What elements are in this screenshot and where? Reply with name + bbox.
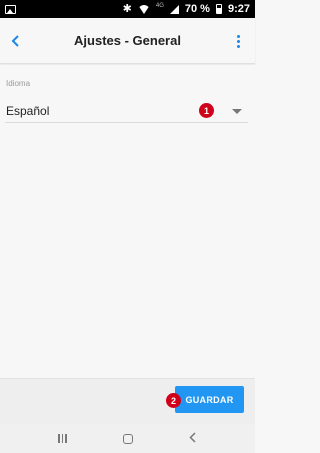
bluetooth-icon: ✱	[122, 2, 132, 15]
status-bar: ✱ 4G 70 % 9:27	[0, 0, 255, 18]
chevron-left-icon	[11, 35, 19, 47]
app-bar: Ajustes - General	[0, 18, 255, 64]
signal-icon	[169, 4, 179, 14]
image-notification-icon	[5, 4, 16, 14]
back-button[interactable]	[6, 30, 26, 52]
more-vert-icon	[236, 34, 240, 38]
system-back-button[interactable]	[189, 430, 197, 448]
settings-content: Idioma Español	[0, 65, 255, 378]
battery-percentage: 70 %	[184, 3, 210, 15]
step-badge-1: 1	[199, 103, 214, 118]
back-chevron-icon	[189, 431, 196, 443]
dropdown-arrow-icon	[232, 109, 242, 114]
network-type-label: 4G	[155, 3, 164, 9]
page-title: Ajustes - General	[74, 33, 181, 48]
step-badge-2: 2	[166, 393, 181, 408]
save-button[interactable]: GUARDAR	[175, 386, 244, 413]
language-value: Español	[6, 103, 50, 118]
home-button[interactable]	[122, 433, 133, 444]
clock: 9:27	[227, 3, 250, 15]
more-menu-button[interactable]	[235, 32, 241, 50]
language-label: Idioma	[6, 79, 31, 88]
battery-icon	[215, 4, 222, 14]
recents-button[interactable]	[58, 434, 67, 443]
wifi-icon	[137, 4, 150, 14]
system-nav-bar	[0, 424, 255, 453]
